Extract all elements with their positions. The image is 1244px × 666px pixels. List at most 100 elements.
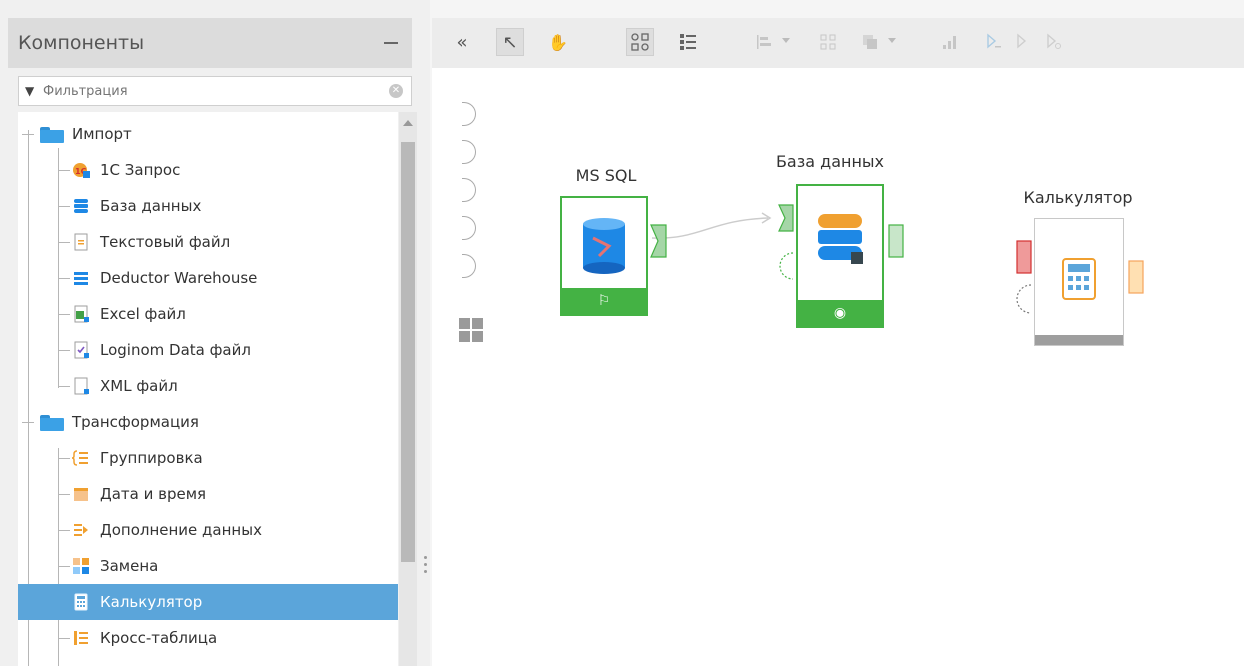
components-panel-header: Компоненты: [8, 18, 412, 68]
copy-button[interactable]: [856, 28, 884, 56]
group-nodes-button[interactable]: [814, 28, 842, 56]
collapse-panel-button[interactable]: «: [448, 28, 476, 56]
tree-item-text-file[interactable]: Текстовый файл: [18, 224, 398, 260]
run-to-button[interactable]: [1040, 28, 1068, 56]
1c-query-icon: 1С: [73, 163, 90, 178]
tree-item-excel-file[interactable]: Excel файл: [18, 296, 398, 332]
components-panel: Компоненты ▼ ✕ Импорт: [0, 0, 430, 666]
workflow-toolbar: « ↖ ✋: [432, 18, 1244, 68]
panel-splitter-handle[interactable]: [424, 556, 428, 582]
app-window: Компоненты ▼ ✕ Импорт: [0, 0, 1244, 666]
tree-line: [58, 278, 70, 279]
grouping-icon: [72, 450, 88, 466]
workflow-canvas[interactable]: MS SQL ⚐ База данных ◉ Калькулятор: [432, 68, 1244, 666]
tree-item-grouping[interactable]: Группировка: [18, 440, 398, 476]
tree-item-xml-file[interactable]: XML файл: [18, 368, 398, 404]
scrollbar-thumb[interactable]: [401, 142, 415, 562]
tree-item-calculator[interactable]: Калькулятор: [18, 584, 398, 620]
warehouse-icon: [74, 272, 88, 285]
tree-item-label: База данных: [100, 197, 202, 215]
sort-button[interactable]: [936, 28, 964, 56]
tree-line: [58, 350, 70, 351]
clear-filter-icon[interactable]: ✕: [389, 84, 403, 98]
run-step-icon: [1017, 33, 1027, 49]
tree-line: [58, 242, 70, 243]
node-database[interactable]: ◉: [796, 184, 884, 328]
align-button[interactable]: [750, 28, 778, 56]
data-append-icon: [74, 524, 88, 536]
panel-minimize-button[interactable]: [372, 23, 412, 63]
input-port[interactable]: [462, 140, 476, 164]
grid-icon[interactable]: [459, 318, 483, 342]
excel-file-icon: [74, 305, 89, 323]
tree-item-cross-table[interactable]: Кросс-таблица: [18, 620, 398, 656]
input-port[interactable]: [778, 204, 794, 232]
tree-folder-transform[interactable]: Трансформация: [18, 404, 398, 440]
sort-icon: [943, 36, 956, 49]
hand-tool-button[interactable]: ✋: [544, 28, 572, 56]
components-panel-title: Компоненты: [18, 32, 145, 54]
align-dropdown-icon[interactable]: [782, 38, 790, 43]
tree-item-label: Кросс-таблица: [100, 629, 218, 647]
tree-item-label: Дополнение данных: [100, 521, 262, 539]
output-port[interactable]: [650, 224, 668, 258]
node-footer: ⚐: [562, 288, 646, 314]
eye-icon: ◉: [833, 305, 847, 321]
tree-item-data-append[interactable]: Дополнение данных: [18, 512, 398, 548]
run-step-button[interactable]: [1010, 28, 1038, 56]
optional-input-port[interactable]: [778, 252, 794, 280]
run-to-icon: [1047, 33, 1061, 49]
input-port[interactable]: [462, 216, 476, 240]
tree-line: [22, 422, 34, 423]
pointer-icon: ↖: [502, 31, 518, 53]
node-view-button[interactable]: [626, 28, 654, 56]
run-icon: [987, 33, 1001, 49]
cross-table-icon: [74, 631, 88, 645]
copy-dropdown-icon[interactable]: [888, 38, 896, 43]
input-port[interactable]: [462, 102, 476, 126]
tree-line: [58, 386, 70, 387]
tree-item-1c-query[interactable]: 1С 1С Запрос: [18, 152, 398, 188]
input-port[interactable]: [462, 178, 476, 202]
tree-folder-import[interactable]: Импорт: [18, 116, 398, 152]
node-footer: ◉: [798, 300, 882, 326]
filter-field[interactable]: ▼ ✕: [18, 76, 412, 106]
tree-folder-label: Импорт: [72, 125, 132, 143]
pointer-tool-button[interactable]: ↖: [496, 28, 524, 56]
tree-item-loginom-data-file[interactable]: Loginom Data файл: [18, 332, 398, 368]
tree-scrollbar[interactable]: [399, 112, 417, 666]
xml-file-icon: [74, 377, 89, 395]
tree-line: [58, 458, 70, 459]
hand-icon: ✋: [548, 32, 568, 52]
tree-item-replace[interactable]: Замена: [18, 548, 398, 584]
node-label: MS SQL: [575, 166, 637, 185]
database-node-icon: [818, 214, 863, 264]
calendar-icon: [74, 488, 88, 501]
scroll-up-icon[interactable]: [403, 120, 413, 126]
filter-input[interactable]: [43, 83, 383, 99]
node-ms-sql[interactable]: ⚐: [560, 196, 648, 316]
ms-sql-database-icon: [583, 218, 625, 274]
tree-line: [58, 206, 70, 207]
replace-icon: [73, 558, 89, 574]
tree-item-label: Excel файл: [100, 305, 186, 323]
tree-line: [58, 494, 70, 495]
input-port[interactable]: [462, 254, 476, 278]
connection-edge[interactable]: [650, 208, 780, 248]
folder-icon: [40, 125, 64, 143]
node-calculator[interactable]: [1034, 218, 1124, 346]
optional-input-port[interactable]: [1016, 284, 1032, 314]
tree-item-date-time[interactable]: Дата и время: [18, 476, 398, 512]
run-button[interactable]: [980, 28, 1008, 56]
tree-item-deductor-warehouse[interactable]: Deductor Warehouse: [18, 260, 398, 296]
input-port-unconnected[interactable]: [1016, 240, 1032, 274]
filter-icon: ▼: [25, 84, 35, 98]
tree-item-label: Дата и время: [100, 485, 207, 503]
calculator-icon: [74, 593, 88, 611]
tree-item-database[interactable]: База данных: [18, 188, 398, 224]
align-icon: [757, 35, 771, 49]
list-view-button[interactable]: [674, 28, 702, 56]
output-port[interactable]: [1128, 260, 1144, 294]
tree-line: [58, 566, 70, 567]
output-port[interactable]: [888, 224, 904, 258]
